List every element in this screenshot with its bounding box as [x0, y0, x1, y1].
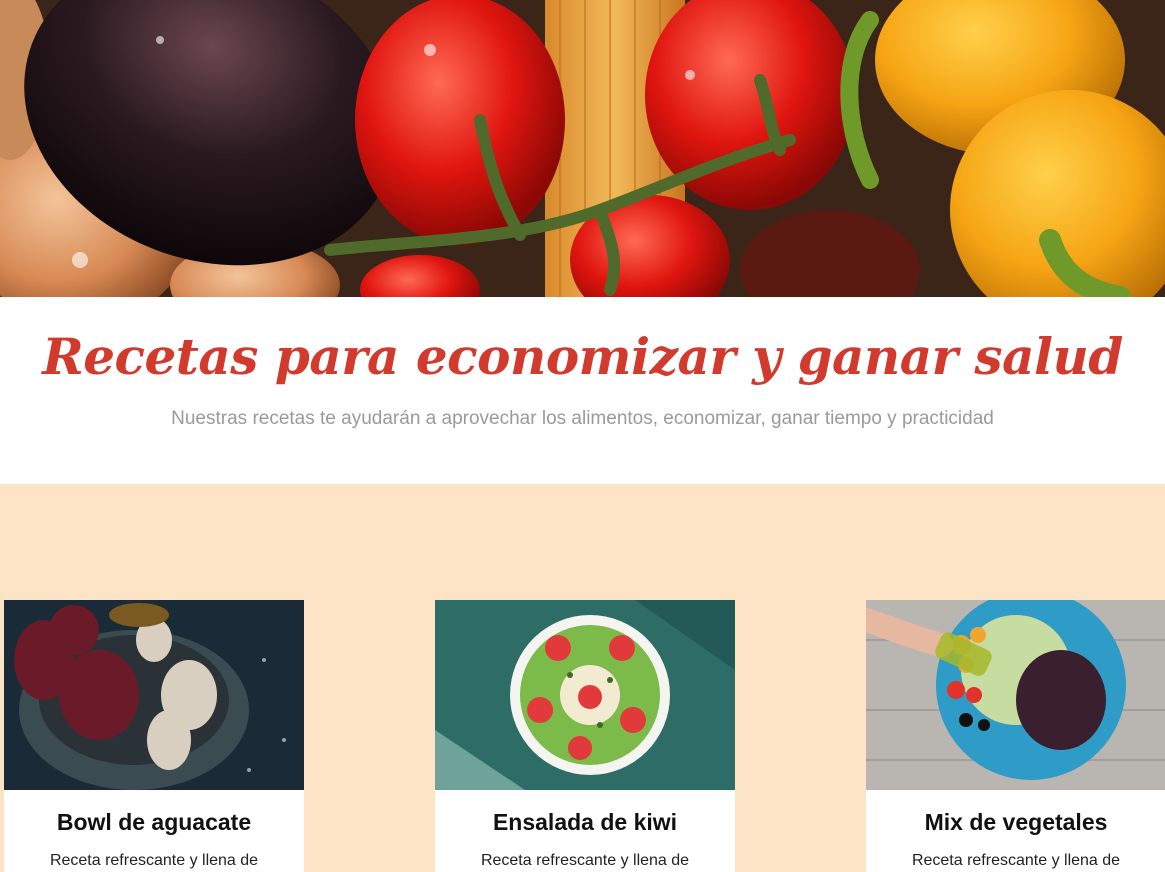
- page-title: Recetas para economizar y ganar salud: [42, 327, 1123, 386]
- hero-banner: [0, 0, 1165, 297]
- recipe-card-mix-de-vegetales[interactable]: Mix de vegetales Receta refrescante y ll…: [866, 600, 1165, 872]
- recipe-image-bowl: [4, 600, 304, 790]
- recipe-title: Mix de vegetales: [924, 809, 1108, 835]
- recipe-title: Bowl de aguacate: [56, 809, 252, 835]
- recipe-description: Receta refrescante y llena de: [911, 852, 1121, 869]
- hero-vegetables-image: [0, 0, 1165, 297]
- recipe-card-ensalada-de-kiwi[interactable]: Ensalada de kiwi Receta refrescante y ll…: [435, 600, 735, 872]
- recipe-image-vegetales: [866, 600, 1165, 790]
- recipe-image-kiwi: [435, 600, 735, 790]
- page-subtitle: Nuestras recetas te ayudarán a aprovecha…: [171, 408, 994, 429]
- page-header: Recetas para economizar y ganar salud Nu…: [0, 297, 1165, 484]
- recipe-description: Receta refrescante y llena de: [480, 852, 690, 869]
- recipe-title: Ensalada de kiwi: [492, 809, 678, 835]
- recipe-description: Receta refrescante y llena de: [49, 852, 259, 869]
- recipe-card-bowl-de-aguacate[interactable]: Bowl de aguacate Receta refrescante y ll…: [4, 600, 304, 872]
- recipes-section: Bowl de aguacate Receta refrescante y ll…: [0, 484, 1165, 872]
